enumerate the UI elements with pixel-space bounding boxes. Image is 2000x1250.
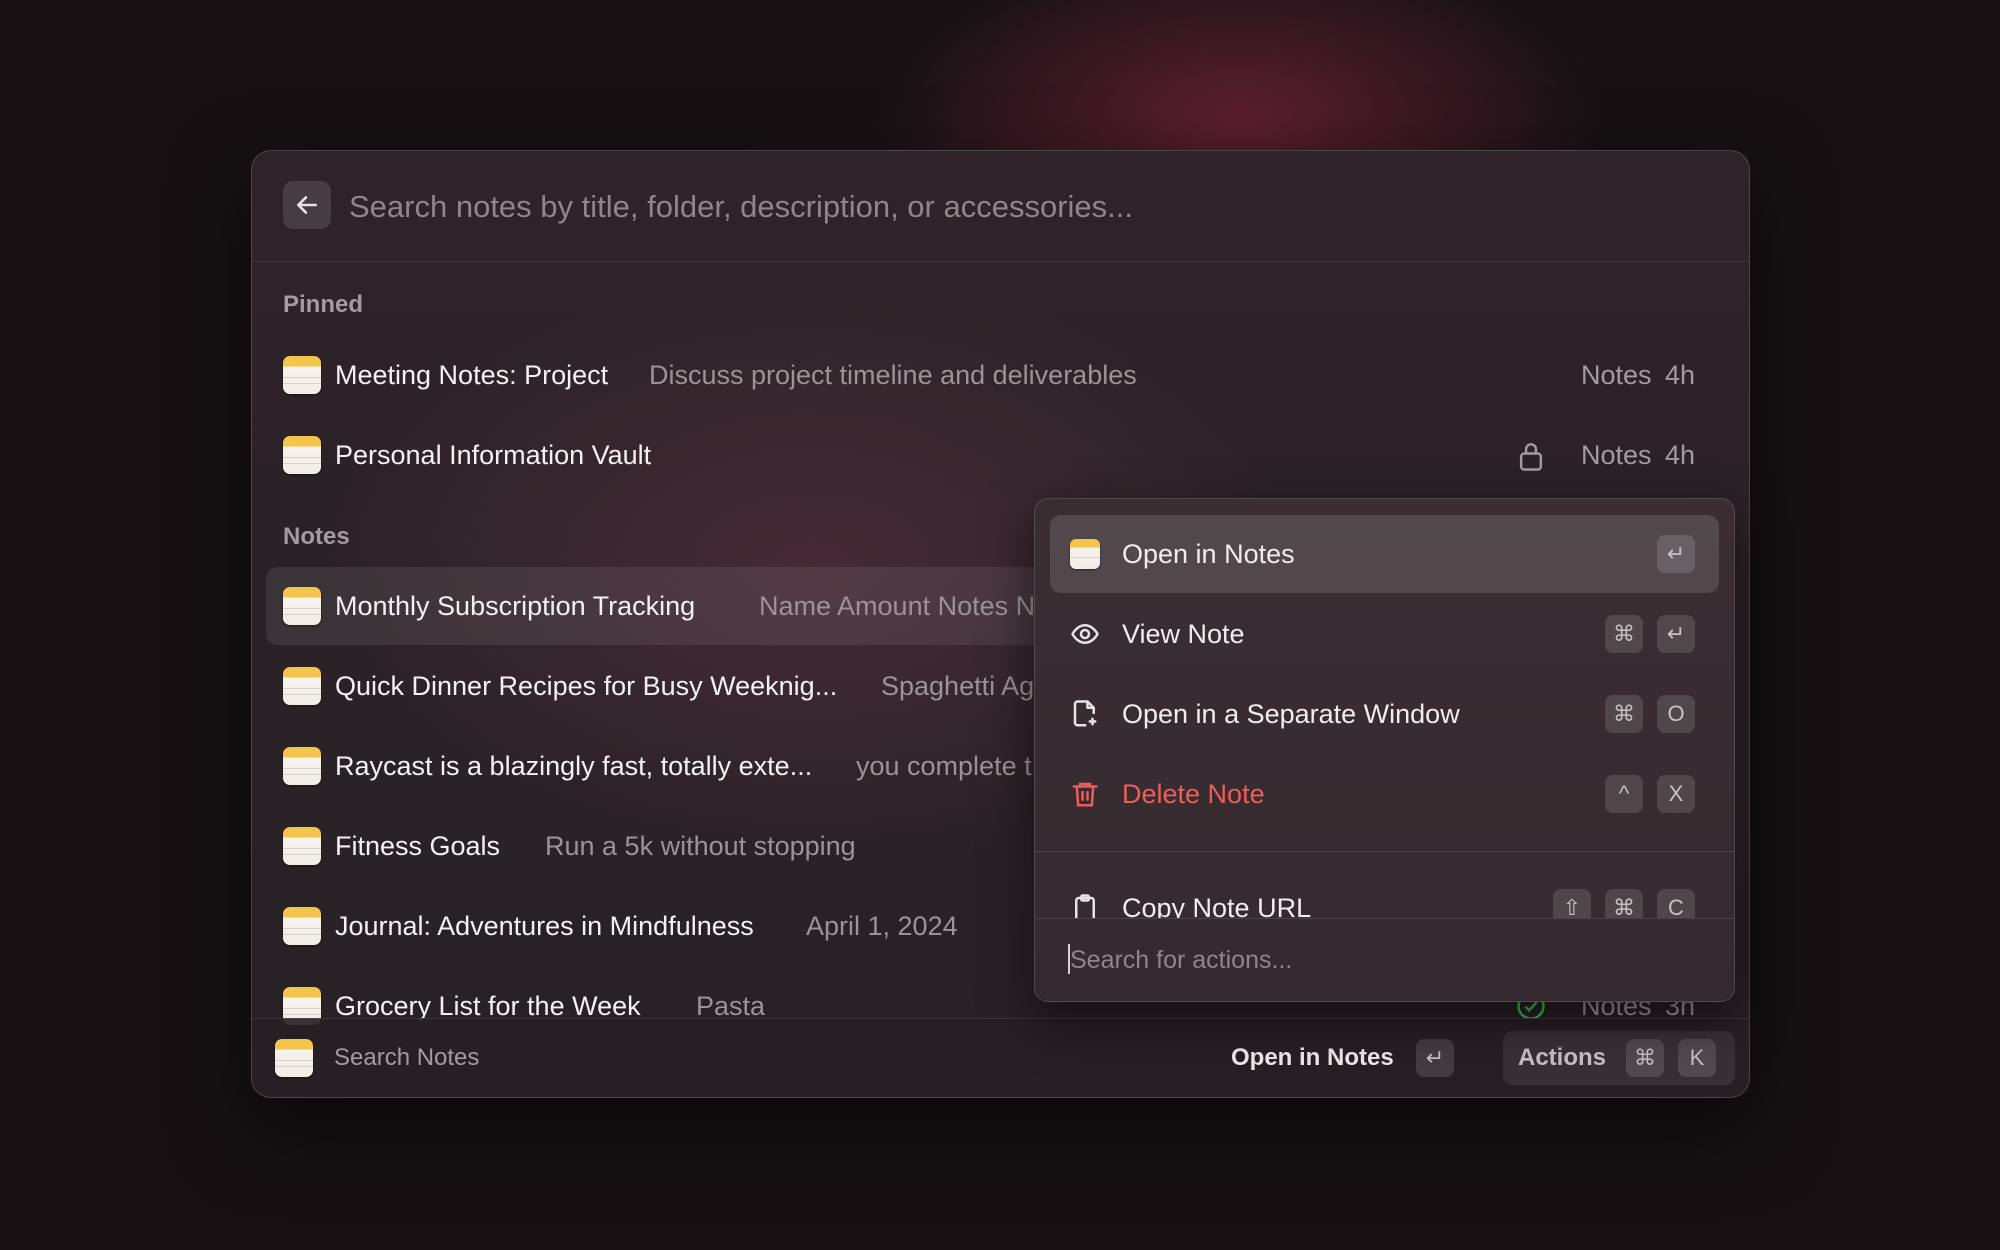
action-list: Open in Notes ↵ View Note ⌘ ↵ Open in a … <box>1035 499 1734 919</box>
item-title: Personal Information Vault <box>335 440 652 470</box>
item-subtitle: Run a 5k without stopping <box>545 831 856 861</box>
action-label: Open in Notes <box>1122 539 1295 569</box>
item-title: Journal: Adventures in Mindfulness <box>335 911 754 941</box>
section-header-pinned: Pinned <box>283 291 364 318</box>
new-window-document-icon <box>1073 700 1097 727</box>
notes-app-icon <box>283 436 321 474</box>
shift-key-hint: ⇧ <box>1553 889 1591 919</box>
item-title: Monthly Subscription Tracking <box>335 591 696 621</box>
actions-button[interactable]: Actions ⌘ K <box>1503 1031 1735 1085</box>
action-open-in-notes[interactable]: Open in Notes ↵ <box>1050 515 1719 593</box>
back-button[interactable] <box>283 181 331 229</box>
command-key-hint: ⌘ <box>1605 615 1643 653</box>
notes-app-icon <box>1070 539 1100 569</box>
action-section-divider <box>1035 851 1734 852</box>
command-key-hint: ⌘ <box>1605 695 1643 733</box>
footer-title: Search Notes <box>334 1044 480 1071</box>
item-subtitle: April 1, 2024 <box>806 911 958 941</box>
trash-icon <box>1072 782 1098 807</box>
control-key-hint: ^ <box>1605 775 1643 813</box>
notes-app-icon <box>275 1039 313 1077</box>
item-subtitle: you complete t <box>856 751 1032 781</box>
action-panel: Open in Notes ↵ View Note ⌘ ↵ Open in a … <box>1034 498 1735 1002</box>
item-subtitle: Discuss project timeline and deliverable… <box>649 360 1137 390</box>
search-bar <box>252 151 1749 262</box>
primary-action-button[interactable]: Open in Notes <box>1231 1019 1394 1097</box>
action-label: Copy Note URL <box>1122 893 1312 919</box>
action-label: Delete Note <box>1122 779 1265 809</box>
enter-key-hint: ↵ <box>1416 1039 1454 1077</box>
lock-icon <box>1519 443 1543 471</box>
item-folder: Notes <box>1581 440 1652 470</box>
text-caret <box>1068 944 1070 974</box>
search-input[interactable] <box>347 181 1701 233</box>
item-title: Meeting Notes: Project <box>335 360 609 390</box>
action-copy-note-url[interactable]: Copy Note URL ⇧ ⌘ C <box>1050 869 1719 919</box>
c-key-hint: C <box>1657 889 1695 919</box>
item-subtitle: Name Amount Notes Ne <box>759 591 1051 621</box>
x-key-hint: X <box>1657 775 1695 813</box>
list-item[interactable]: Personal Information Vault Notes 4h <box>266 416 1735 494</box>
item-title: Fitness Goals <box>335 831 501 861</box>
action-open-separate-window[interactable]: Open in a Separate Window ⌘ O <box>1050 675 1719 753</box>
notes-app-icon <box>283 747 321 785</box>
actions-label: Actions <box>1518 1044 1607 1071</box>
item-time: 4h <box>1665 360 1696 390</box>
arrow-left-icon <box>297 196 317 214</box>
action-search-input[interactable] <box>1068 937 1692 983</box>
enter-key-hint: ↵ <box>1657 615 1695 653</box>
k-key-hint: K <box>1678 1039 1716 1077</box>
command-key-hint: ⌘ <box>1626 1039 1664 1077</box>
o-key-hint: O <box>1657 695 1695 733</box>
action-delete-note[interactable]: Delete Note ^ X <box>1050 755 1719 833</box>
item-time: 4h <box>1665 440 1696 470</box>
action-label: Open in a Separate Window <box>1122 699 1460 729</box>
action-search-bar <box>1035 918 1734 1001</box>
item-title: Raycast is a blazingly fast, totally ext… <box>335 751 813 781</box>
notes-app-icon <box>283 587 321 625</box>
action-label: View Note <box>1122 619 1245 649</box>
enter-key-hint: ↵ <box>1657 535 1695 573</box>
notes-app-icon <box>283 667 321 705</box>
notes-app-icon <box>283 356 321 394</box>
item-title: Quick Dinner Recipes for Busy Weeknig... <box>335 671 838 701</box>
section-header-notes: Notes <box>283 523 350 550</box>
item-subtitle: Spaghetti Ag <box>881 671 1035 701</box>
list-item[interactable]: Meeting Notes: Project Discuss project t… <box>266 336 1735 414</box>
footer-bar: Search Notes Open in Notes ↵ Actions ⌘ K <box>252 1018 1749 1097</box>
notes-app-icon <box>283 827 321 865</box>
action-view-note[interactable]: View Note ⌘ ↵ <box>1050 595 1719 673</box>
notes-app-icon <box>283 907 321 945</box>
clipboard-icon <box>1075 894 1095 919</box>
eye-icon <box>1071 623 1099 645</box>
item-folder: Notes <box>1581 360 1652 390</box>
command-key-hint: ⌘ <box>1605 889 1643 919</box>
